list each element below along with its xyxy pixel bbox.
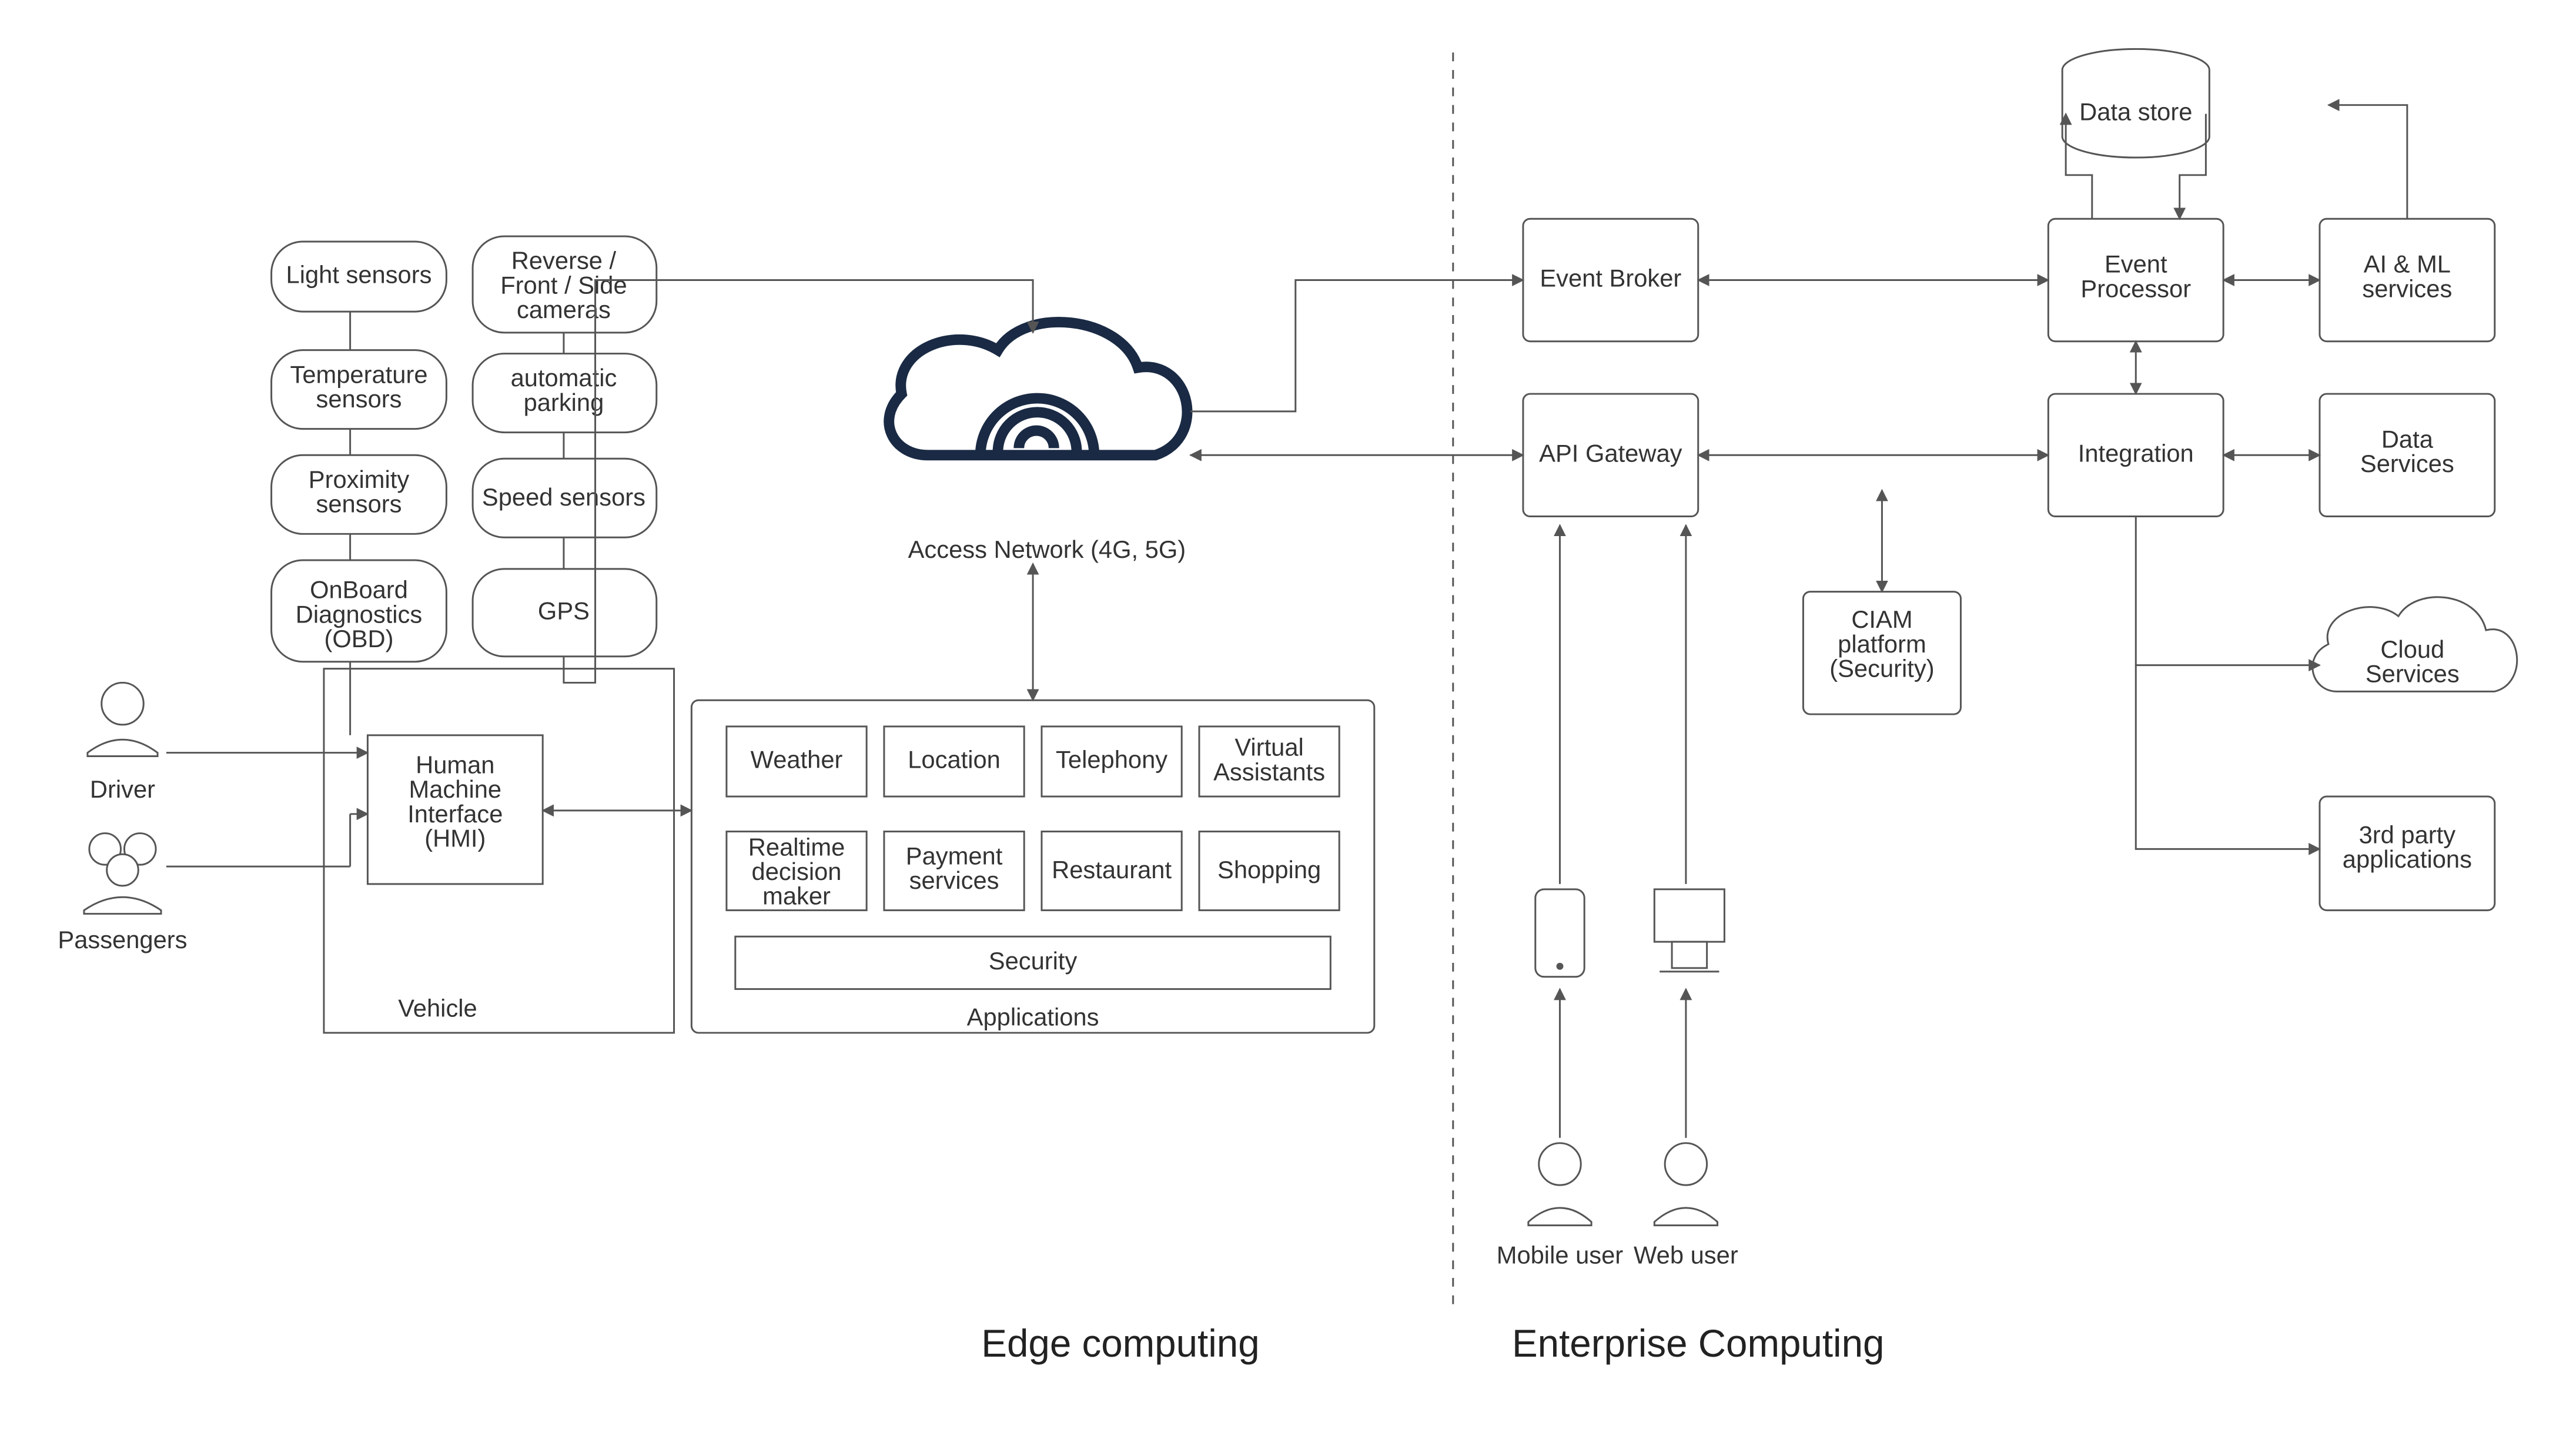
sensor-col-left: Light sensors Temperaturesensors Proximi… [272,242,447,662]
svg-text:Realtimedecisionmaker: Realtimedecisionmaker [748,833,845,909]
enterprise-section-label: Enterprise Computing [1512,1322,1884,1365]
svg-text:Event Broker: Event Broker [1540,265,1681,292]
desktop-icon [1654,889,1724,972]
passengers-icon [84,834,161,914]
svg-text:Restaurant: Restaurant [1052,856,1172,883]
svg-text:Paymentservices: Paymentservices [906,842,1003,894]
svg-text:Data store: Data store [2079,98,2192,126]
svg-text:automaticparking: automaticparking [511,364,617,416]
applications-label: Applications [967,1003,1099,1030]
access-network-label: Access Network (4G, 5G) [908,535,1186,563]
svg-text:Integration: Integration [2078,439,2194,467]
security-label: Security [989,947,1078,975]
edge-integration-thirdparty [2136,665,2320,849]
svg-text:Light sensors: Light sensors [286,261,432,289]
edge-cloud-broker [1190,280,1523,411]
svg-text:Proximitysensors: Proximitysensors [309,466,410,518]
svg-text:GPS: GPS [538,597,590,624]
mobile-user-icon [1528,1143,1591,1226]
svg-text:Web user: Web user [1634,1241,1738,1268]
svg-text:Speed sensors: Speed sensors [482,483,645,511]
svg-text:Weather: Weather [751,745,843,773]
passengers-label: Passengers [58,926,187,953]
edge-section-label: Edge computing [981,1322,1259,1365]
edge-integration-cloudservices [2136,517,2320,665]
architecture-diagram: Driver Passengers Vehicle Light sensors … [0,0,2556,1453]
web-user-icon [1654,1143,1717,1226]
driver-label: Driver [90,775,155,803]
svg-text:Mobile user: Mobile user [1497,1241,1624,1268]
svg-text:3rd partyapplications: 3rd partyapplications [2343,821,2472,873]
vehicle-label: Vehicle [398,994,477,1022]
edge-datastore-aiml [2328,105,2407,219]
svg-text:Location: Location [908,745,1001,773]
svg-text:Shopping: Shopping [1217,856,1321,883]
cloud-icon [889,322,1187,455]
svg-text:AI & MLservices: AI & MLservices [2362,250,2452,303]
mobile-icon [1535,889,1584,977]
driver-icon [88,682,158,756]
svg-text:API Gateway: API Gateway [1539,439,1682,467]
svg-text:Telephony: Telephony [1056,745,1167,773]
svg-text:Reverse /Front / Sidecameras: Reverse /Front / Sidecameras [500,247,627,323]
